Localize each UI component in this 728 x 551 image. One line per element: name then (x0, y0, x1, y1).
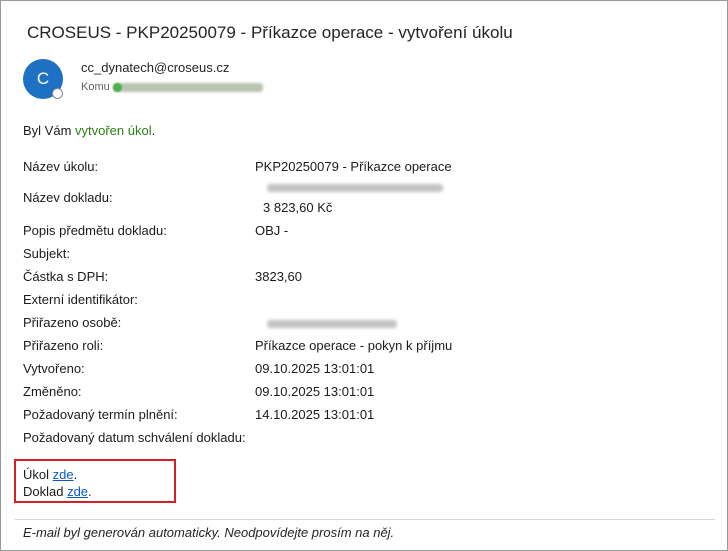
document-name-redacted (267, 184, 443, 192)
field-label-changed: Změněno: (23, 384, 82, 399)
sender-address[interactable]: cc_dynatech@croseus.cz (81, 60, 229, 75)
field-label-assigned-person: Přiřazeno osobě: (23, 315, 122, 330)
field-value-created: 09.10.2025 13:01:01 (255, 361, 375, 376)
field-value-amount-vat: 3823,60 (255, 269, 302, 284)
footer-divider (15, 519, 715, 520)
intro-text: Byl Vám vytvořen úkol. (23, 123, 155, 138)
document-link-suffix: . (88, 484, 92, 499)
intro-task-link[interactable]: vytvořen úkol (75, 123, 152, 138)
field-label-task-name: Název úkolu: (23, 159, 99, 174)
field-label-external-id: Externí identifikátor: (23, 292, 138, 307)
email-subject: CROSEUS - PKP20250079 - Příkazce operace… (27, 23, 513, 42)
assigned-person-redacted (267, 320, 397, 328)
document-link-prefix: Doklad (23, 484, 68, 499)
field-value-document-amount: 3 823,60 Kč (263, 200, 333, 215)
field-label-subject: Subjekt: (23, 246, 70, 261)
field-value-assigned-role: Příkazce operace - pokyn k příjmu (255, 338, 453, 353)
recipient-redacted[interactable] (113, 83, 263, 92)
field-label-document-description: Popis předmětu dokladu: (23, 223, 167, 238)
field-value-changed: 09.10.2025 13:01:01 (255, 384, 375, 399)
intro-prefix: Byl Vám (23, 123, 76, 138)
field-label-amount-vat: Částka s DPH: (23, 269, 109, 284)
intro-suffix: . (151, 123, 156, 138)
task-link[interactable]: zde (53, 467, 74, 482)
document-link-line: Doklad zde. (23, 484, 92, 499)
field-value-task-name: PKP20250079 - Příkazce operace (255, 159, 452, 174)
task-link-suffix: . (73, 467, 78, 482)
field-label-approval-date: Požadovaný datum schválení dokladu: (23, 430, 246, 445)
field-label-due-date: Požadovaný termín plnění: (23, 407, 178, 422)
field-label-created: Vytvořeno: (23, 361, 85, 376)
field-value-document-description: OBJ - (255, 223, 289, 238)
field-label-document-name: Název dokladu: (23, 190, 113, 205)
email-message: CROSEUS - PKP20250079 - Příkazce operace… (0, 0, 728, 551)
field-value-due-date: 14.10.2025 13:01:01 (255, 407, 375, 422)
footer-note: E-mail byl generován automaticky. Neodpo… (23, 525, 395, 540)
to-label: Komu (81, 81, 110, 93)
field-label-assigned-role: Přiřazeno roli: (23, 338, 104, 353)
task-link-prefix: Úkol (23, 467, 53, 482)
task-link-line: Úkol zde. (23, 467, 77, 482)
recipient-status-icon (113, 83, 122, 92)
document-link[interactable]: zde (67, 484, 88, 499)
presence-status-icon (52, 88, 63, 99)
